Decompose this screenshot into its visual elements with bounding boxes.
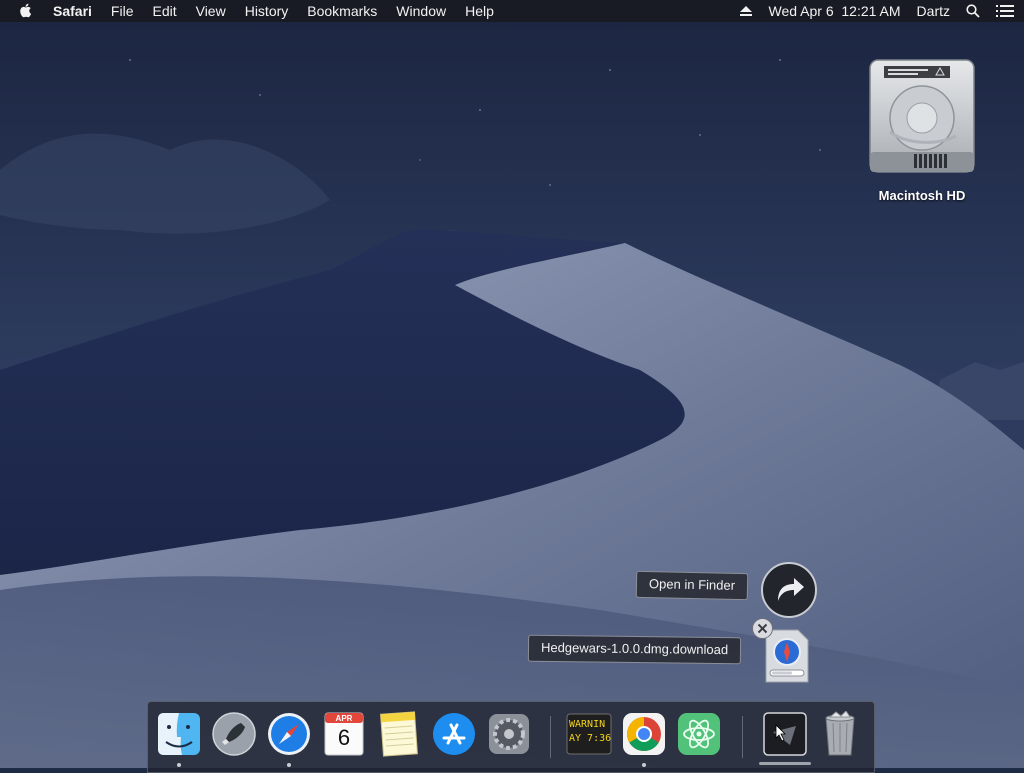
macintosh-hd-desktop-item[interactable]: Macintosh HD [860,56,984,203]
open-in-finder-label[interactable]: Open in Finder [635,570,749,601]
gear-icon [489,714,529,754]
dock-notes[interactable] [376,711,422,757]
cancel-download-icon[interactable] [751,617,774,640]
dock-finder[interactable] [156,711,202,757]
menu-view[interactable]: View [196,3,226,19]
dock-chrome[interactable] [621,711,667,757]
list-icon[interactable] [996,5,1014,17]
menu-window[interactable]: Window [396,3,446,19]
safari-compass-icon [268,713,310,755]
console-line-1: WARNIN [569,719,606,730]
dock-atom[interactable] [676,711,722,757]
finder-icon [158,713,200,755]
clock[interactable]: Wed Apr 6 12:21 AM [769,3,901,19]
notes-icon [380,711,418,757]
dock-app-store[interactable] [431,711,477,757]
menu-file[interactable]: File [111,3,134,19]
menu-history[interactable]: History [245,3,289,19]
user-name[interactable]: Dartz [917,3,950,19]
dock-downloads-stack[interactable] [762,711,808,757]
open-in-finder-button[interactable] [760,561,818,619]
dock-calendar[interactable]: APR 6 [321,711,367,757]
dock-trash[interactable] [817,711,863,757]
dock: APR 6 WARNIN AY 7:36 [147,701,875,773]
menu-bar: Safari File Edit View History Bookmarks … [0,0,1024,22]
search-icon[interactable] [966,4,980,18]
downloads-stack-icon [763,712,807,756]
menu-edit[interactable]: Edit [152,3,176,19]
calendar-month: APR [335,714,353,723]
dock-console[interactable]: WARNIN AY 7:36 [566,711,612,757]
chrome-icon [623,713,665,755]
apple-icon[interactable] [18,2,34,18]
trash-icon [825,711,855,756]
download-filename-label[interactable]: Hedgewars-1.0.0.dmg.download [527,634,742,665]
launchpad-rocket-icon [212,712,256,756]
hard-drive-icon [869,59,975,173]
calendar-day: 6 [337,725,351,750]
menu-help[interactable]: Help [465,3,494,19]
dock-system-preferences[interactable] [486,711,532,757]
dock-launchpad[interactable] [211,711,257,757]
menu-bookmarks[interactable]: Bookmarks [307,3,377,19]
macintosh-hd-label: Macintosh HD [878,188,966,203]
dock-safari[interactable] [266,711,312,757]
console-line-2: AY 7:36 [569,733,611,744]
eject-icon[interactable] [739,5,753,17]
menu-app-name[interactable]: Safari [53,3,92,19]
app-store-icon [433,713,475,755]
download-progress-bar [759,762,811,765]
atom-icon [678,713,720,755]
